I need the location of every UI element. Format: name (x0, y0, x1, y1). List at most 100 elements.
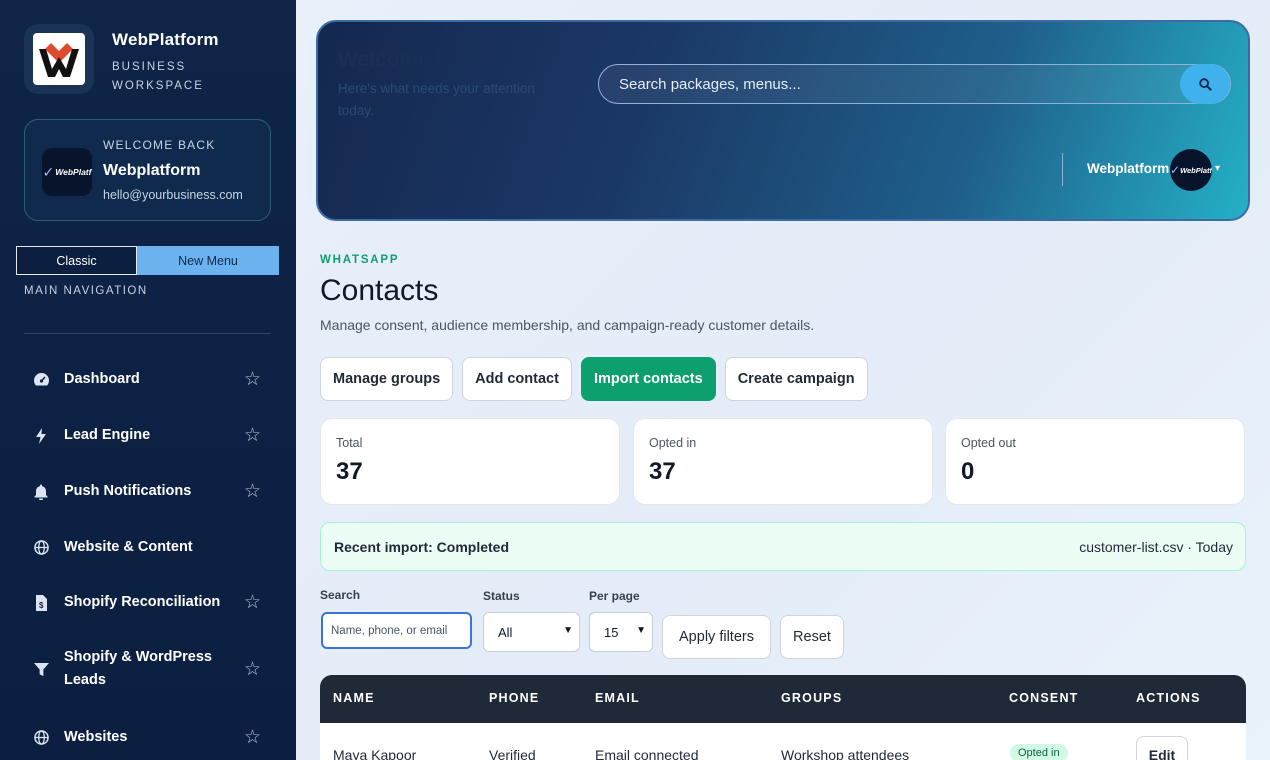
star-icon[interactable]: ☆ (244, 424, 261, 447)
bell-icon (32, 483, 50, 501)
column-header-email[interactable]: EMAIL (595, 691, 640, 705)
sidebar-item-label: Dashboard (64, 371, 140, 387)
stat-label: Opted out (961, 436, 1016, 450)
new-menu-button[interactable]: New Menu (137, 246, 279, 275)
create-campaign-button[interactable]: Create campaign (724, 357, 868, 401)
apply-filters-button[interactable]: Apply filters (662, 615, 771, 659)
brand-subtitle-line1: BUSINESS (112, 61, 187, 73)
globe-icon (32, 729, 50, 747)
global-search-input[interactable] (619, 65, 1159, 103)
reset-filters-button[interactable]: Reset (780, 615, 844, 659)
manage-groups-button[interactable]: Manage groups (320, 357, 454, 401)
per-page-label: Per page (589, 589, 640, 603)
star-icon[interactable]: ☆ (244, 726, 261, 749)
star-icon[interactable]: ☆ (244, 480, 261, 503)
hero-avatar-text: WebPlatf (1180, 165, 1212, 175)
star-icon[interactable]: ☆ (244, 658, 261, 681)
hero-title: Welcome back (338, 48, 484, 71)
column-header-name[interactable]: NAME (333, 691, 375, 705)
edit-contact-button[interactable]: Edit (1136, 736, 1188, 760)
sidebar: WebPlatform BUSINESS WORKSPACE ✓ WebPlat… (0, 0, 296, 760)
page-title: Contacts (320, 274, 439, 307)
search-button[interactable] (1180, 64, 1230, 104)
brand-title: WebPlatform (112, 30, 219, 49)
brand-logo-container (24, 24, 94, 94)
chevron-down-icon: ▼ (636, 625, 646, 636)
search-icon (1198, 77, 1212, 91)
column-header-phone[interactable]: PHONE (489, 691, 539, 705)
sidebar-item-shopify-wordpress-leads[interactable]: Shopify & WordPress Leads ☆ (24, 646, 271, 692)
stat-value: 37 (649, 458, 676, 485)
sidebar-item-shopify-reconciliation[interactable]: $ Shopify Reconciliation ☆ (24, 591, 271, 614)
star-icon[interactable]: ☆ (244, 591, 261, 614)
brand-subtitle-line2: WORKSPACE (112, 80, 204, 92)
status-filter-label: Status (483, 589, 520, 603)
sidebar-item-label: Lead Engine (64, 427, 151, 443)
import-status: Recent import: Completed (334, 539, 510, 555)
star-icon[interactable]: ☆ (244, 368, 261, 391)
hero-divider (1062, 153, 1063, 186)
sidebar-item-websites[interactable]: Websites ☆ (24, 726, 271, 749)
stat-card-opted-in: Opted in 37 (633, 418, 933, 505)
page-description: Manage consent, audience membership, and… (320, 317, 815, 333)
contacts-table: NAME PHONE EMAIL GROUPS CONSENT ACTIONS … (320, 675, 1246, 760)
table-header: NAME PHONE EMAIL GROUPS CONSENT ACTIONS (320, 675, 1246, 723)
user-avatar: ✓ WebPlatf (42, 148, 92, 196)
user-email: hello@yourbusiness.com (103, 188, 243, 202)
gauge-icon (32, 371, 50, 389)
sidebar-item-label: Push Notifications (64, 483, 192, 499)
sidebar-item-label: Websites (64, 729, 128, 745)
stat-value: 0 (961, 458, 975, 485)
per-page-value: 15 (604, 624, 619, 640)
status-select[interactable]: All ▼ (483, 612, 580, 652)
sidebar-item-label: Shopify Reconciliation (64, 594, 221, 610)
bolt-icon (32, 427, 50, 445)
consent-badge: Opted in (1010, 744, 1068, 760)
chevron-down-icon[interactable]: ▾ (1215, 163, 1220, 174)
cell-groups: Workshop attendees (781, 747, 910, 760)
sidebar-item-push-notifications[interactable]: Push Notifications ☆ (24, 480, 271, 503)
stat-label: Total (336, 436, 363, 450)
cell-phone: Verified (489, 747, 536, 760)
stat-label: Opted in (649, 436, 697, 450)
column-header-consent[interactable]: CONSENT (1009, 691, 1079, 705)
user-card[interactable]: ✓ WebPlatf WELCOME BACK Webplatform hell… (24, 119, 271, 221)
nav-divider (24, 333, 271, 334)
stat-card-total: Total 37 (320, 418, 620, 505)
hero-subtitle: Here's what needs your attention today. (338, 81, 535, 118)
menu-style-toggle: Classic New Menu (16, 246, 279, 275)
status-select-value: All (498, 624, 513, 640)
chevron-down-icon: ▼ (563, 625, 573, 636)
sidebar-item-dashboard[interactable]: Dashboard ☆ (24, 368, 271, 391)
cell-email: Email connected (595, 747, 699, 760)
global-search (598, 64, 1231, 104)
sidebar-item-website-content[interactable]: Website & Content (24, 536, 271, 559)
user-name: Webplatform (103, 162, 201, 179)
file-dollar-icon: $ (32, 594, 50, 612)
filter-icon (32, 660, 50, 678)
hero-avatar[interactable]: ✓ WebPlatf (1170, 149, 1212, 191)
sidebar-item-lead-engine[interactable]: Lead Engine ☆ (24, 424, 271, 447)
page-actions: Manage groups Add contact Import contact… (320, 357, 877, 401)
search-filter-label: Search (320, 588, 361, 602)
brand[interactable]: WebPlatform BUSINESS WORKSPACE (24, 24, 219, 96)
hero-user-name[interactable]: Webplatform (1087, 161, 1169, 176)
nav-heading: MAIN NAVIGATION (24, 285, 148, 297)
svg-text:$: $ (39, 601, 44, 610)
column-header-actions: ACTIONS (1136, 691, 1201, 705)
user-avatar-text: WebPlatf (55, 167, 92, 177)
recent-import-banner: Recent import: Completed customer-list.c… (320, 522, 1246, 571)
import-contacts-button[interactable]: Import contacts (580, 357, 716, 401)
webplatform-logo (33, 33, 85, 85)
classic-menu-button[interactable]: Classic (16, 246, 137, 275)
column-header-groups[interactable]: GROUPS (781, 691, 842, 705)
stat-value: 37 (336, 458, 363, 485)
globe-icon (32, 539, 50, 557)
sidebar-item-label: Website & Content (64, 539, 193, 555)
stat-card-opted-out: Opted out 0 (945, 418, 1245, 505)
add-contact-button[interactable]: Add contact (462, 357, 572, 401)
per-page-select[interactable]: 15 ▼ (589, 612, 653, 652)
brand-subtitle: BUSINESS WORKSPACE (112, 58, 219, 96)
user-welcome-label: WELCOME BACK (103, 138, 216, 152)
contact-search-input[interactable] (321, 612, 472, 649)
